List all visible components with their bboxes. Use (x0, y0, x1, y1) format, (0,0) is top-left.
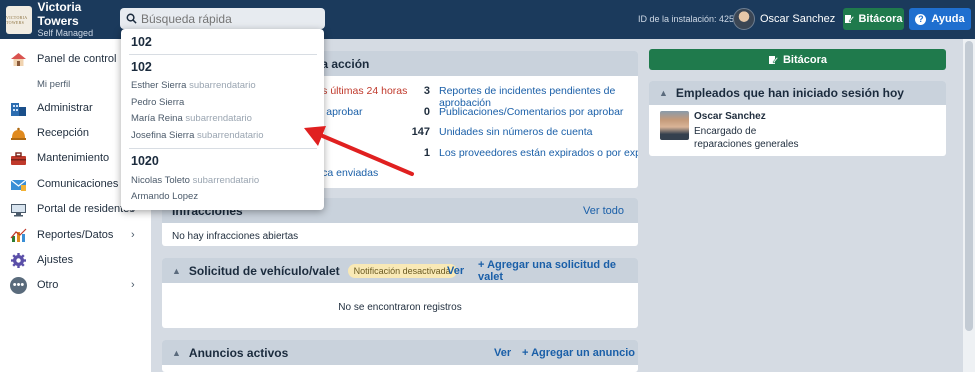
bitacora-button[interactable]: Bitácora (843, 8, 904, 30)
sidebar-item-settings[interactable]: Ajustes (0, 249, 151, 271)
edit-icon (845, 15, 855, 23)
app-logo: VICTORIA TOWERS (6, 5, 32, 34)
envelope-icon (10, 176, 27, 193)
chevron-right-icon: › (131, 279, 135, 291)
bitacora-wide-button[interactable]: Bitácora (649, 49, 946, 70)
search-result-person[interactable]: Armando Lopez (131, 191, 198, 202)
search-result-person[interactable]: Pedro Sierra (131, 97, 184, 108)
search-input[interactable] (141, 11, 321, 26)
logo-text: VICTORIA TOWERS (6, 14, 28, 25)
edit-icon (768, 55, 778, 64)
employee-role: Encargado de (694, 126, 757, 137)
sidebar-item-label: Recepción (37, 127, 89, 139)
search-result-unit[interactable]: 102 (131, 60, 152, 74)
help-label: Ayuda (931, 13, 965, 25)
page-scrollbar[interactable] (963, 39, 975, 372)
installation-id: ID de la instalación: 4254 (638, 14, 740, 24)
bell-icon (10, 125, 27, 142)
divider (129, 54, 317, 55)
collapse-icon[interactable]: ▲ (659, 88, 668, 98)
sidebar-item-label: Comunicaciones (37, 178, 119, 190)
chart-icon (10, 227, 27, 244)
more-icon: ••• (10, 276, 27, 294)
employee-photo (660, 111, 689, 140)
search-results-dropdown: 102 102 Esther Sierra subarrendatario Pe… (121, 29, 324, 210)
employees-header: ▲ Empleados que han iniciado sesión hoy (649, 81, 946, 105)
sidebar-item-label: Mi perfil (37, 78, 71, 90)
action-count: 3 (423, 85, 430, 97)
collapse-icon[interactable]: ▲ (172, 348, 181, 358)
valet-empty: No se encontraron registros (338, 302, 462, 313)
search-result-person[interactable]: Esther Sierra subarrendatario (131, 80, 256, 91)
sidebar-item-other[interactable]: ••• Otro › (0, 274, 151, 296)
action-link[interactable]: Los proveedores están expirados o por ex… (439, 147, 638, 159)
search-result-unit[interactable]: 102 (131, 35, 152, 49)
action-link[interactable]: Unidades sin números de cuenta (439, 126, 593, 138)
building-icon (10, 100, 27, 117)
sidebar-item-label: Mantenimiento (37, 152, 110, 164)
quick-search[interactable] (120, 8, 325, 29)
sidebar-item-label: Panel de control (37, 53, 117, 65)
valet-view-link[interactable]: Ver (447, 265, 464, 277)
employee-role: reparaciones generales (694, 139, 799, 150)
app-subtitle: Self Managed (37, 28, 94, 38)
gear-icon (10, 252, 27, 269)
user-name: Oscar Sanchez (760, 13, 836, 25)
employee-name: Oscar Sanchez (694, 111, 766, 122)
search-icon (126, 13, 137, 24)
search-result-unit[interactable]: 1020 (131, 154, 159, 168)
app-name: Victoria Towers (37, 0, 82, 28)
view-all-link[interactable]: Ver todo (583, 205, 624, 217)
annotation-arrow (304, 126, 414, 176)
monitor-icon (10, 201, 27, 218)
collapse-icon[interactable]: ▲ (172, 266, 181, 276)
valet-header: ▲ Solicitud de vehículo/valet Notificaci… (162, 258, 638, 283)
action-left-link[interactable]: las últimas 24 horas (314, 85, 407, 97)
add-announcement-link[interactable]: + Agregar un anuncio (522, 347, 635, 359)
scrollbar-thumb[interactable] (965, 41, 973, 331)
infractions-empty: No hay infracciones abiertas (172, 231, 299, 242)
valet-panel: ▲ Solicitud de vehículo/valet Notificaci… (162, 258, 638, 328)
action-count: 0 (423, 106, 430, 118)
sidebar-item-label: Administrar (37, 102, 93, 114)
sidebar-item-label: Ajustes (37, 254, 74, 266)
help-icon: ? (915, 13, 927, 25)
announcements-header: ▲ Anuncios activos Ver + Agregar un anun… (162, 340, 638, 365)
search-result-person[interactable]: María Reina subarrendatario (131, 113, 252, 124)
valet-title: Solicitud de vehículo/valet (188, 263, 340, 278)
home-icon (10, 51, 27, 68)
chevron-right-icon: › (131, 229, 135, 241)
action-link[interactable]: Publicaciones/Comentarios por aprobar (439, 106, 623, 118)
avatar (733, 8, 755, 30)
search-result-person[interactable]: Nicolas Toleto subarrendatario (131, 175, 259, 186)
brand[interactable]: VICTORIA TOWERS Victoria Towers Self Man… (0, 0, 118, 39)
sidebar-item-reports[interactable]: Reportes/Datos › (0, 224, 151, 246)
employees-title: Empleados que han iniciado sesión hoy (675, 86, 904, 100)
toolbox-icon (10, 150, 27, 167)
sidebar-item-label: Otro (37, 279, 59, 291)
add-valet-request-link[interactable]: + Agregar una solicitud de valet (478, 259, 638, 283)
divider (129, 148, 317, 149)
announcements-title: Anuncios activos (188, 345, 289, 360)
help-button[interactable]: ? Ayuda (909, 8, 971, 30)
announcements-view-link[interactable]: Ver (494, 347, 511, 359)
announcements-panel: ▲ Anuncios activos Ver + Agregar un anun… (162, 340, 638, 372)
search-result-person[interactable]: Josefina Sierra subarrendatario (131, 130, 264, 141)
bitacora-label: Bitácora (858, 13, 903, 25)
bitacora-label: Bitácora (782, 53, 828, 66)
status-badge: Notificación desactivada (347, 263, 457, 278)
user-menu[interactable]: Oscar Sanchez ⌄ (733, 8, 849, 30)
sidebar-item-label: Reportes/Datos (37, 229, 114, 241)
